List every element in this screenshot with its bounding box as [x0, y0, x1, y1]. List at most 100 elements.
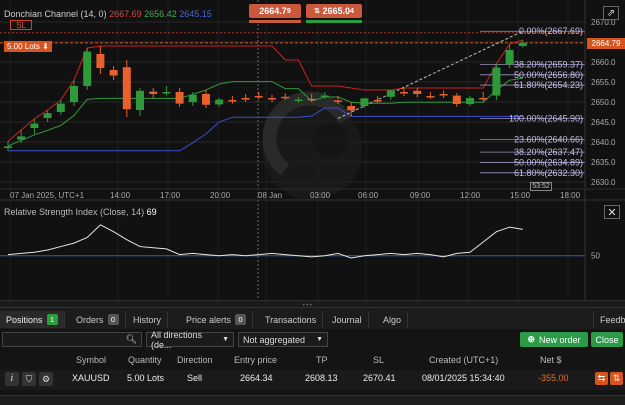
- candle-body: [334, 100, 342, 102]
- col-sl[interactable]: SL: [373, 355, 384, 365]
- shield-icon[interactable]: ⛉: [22, 372, 36, 386]
- time-tick-label: 03:00: [310, 191, 331, 200]
- lot-text: 5.00 Lots: [7, 42, 40, 51]
- price-tick-label: 2645.0: [591, 118, 616, 127]
- col-symbol[interactable]: Symbol: [76, 355, 106, 365]
- candle-body: [43, 113, 52, 118]
- tab-label: Journal: [332, 314, 362, 325]
- buy-price: 2665.0: [322, 6, 350, 16]
- position-lot-label[interactable]: 5.00 Lots ⬇: [4, 41, 52, 52]
- time-tick-label: 15:00: [510, 191, 531, 200]
- fib-level-label: 50.00%(2656.80): [514, 70, 583, 80]
- close-position-icon[interactable]: ⇅: [610, 372, 623, 385]
- tab-label: Price alerts: [186, 314, 232, 325]
- directions-value: All directions (de...: [151, 329, 203, 350]
- tab-orders[interactable]: Orders 0: [70, 311, 126, 328]
- time-tick-label: 20:00: [210, 191, 231, 200]
- sell-bar: [249, 20, 301, 23]
- directions-select[interactable]: All directions (de... ▼: [146, 329, 234, 350]
- tab-algo[interactable]: Algo: [377, 311, 409, 328]
- price-tick-label: 2655.0: [591, 78, 616, 87]
- feedback-button[interactable]: Feedb: [593, 311, 625, 328]
- tab-journal[interactable]: Journal: [326, 311, 369, 328]
- tab-history[interactable]: History: [127, 311, 169, 328]
- chevron-down-icon: ▼: [316, 336, 323, 343]
- price-tick-label: 2660.0: [591, 58, 616, 67]
- positions-count-badge: 1: [46, 314, 58, 325]
- time-tick-label: 14:00: [110, 191, 131, 200]
- search-icon: 🔍︎: [125, 334, 137, 344]
- candle-body: [479, 98, 488, 100]
- col-created[interactable]: Created (UTC+1): [429, 355, 498, 365]
- sell-price: 2664.7: [259, 6, 287, 16]
- detach-chart-icon[interactable]: ⇗: [603, 6, 619, 20]
- price-tick-label: 2640.0: [591, 138, 616, 147]
- buy-price-button[interactable]: ⇅ 2665.0 4: [306, 4, 362, 18]
- table-row[interactable]: i ⛉ ⚙ XAUUSD 5.00 Lots Sell 2664.34 2608…: [0, 370, 625, 390]
- plus-icon: ⊕: [527, 334, 536, 344]
- tab-label: History: [133, 314, 162, 325]
- sell-price-button[interactable]: 2664.7 9: [249, 4, 301, 18]
- time-tick-label: 12:00: [460, 191, 481, 200]
- col-direction[interactable]: Direction: [177, 355, 213, 365]
- price-tick-label: 2635.0: [591, 158, 616, 167]
- reverse-position-icon[interactable]: ⇆: [595, 372, 608, 385]
- aggregation-select[interactable]: Not aggregated ▼: [238, 332, 328, 347]
- candle-body: [149, 91, 158, 94]
- price-chart[interactable]: 0.00%(2667.69) 38.20%(2659.37)50.00%(2656…: [0, 0, 625, 305]
- candle-body: [215, 99, 224, 105]
- close-all-button[interactable]: Close: [591, 332, 623, 347]
- candle-body: [202, 94, 210, 105]
- col-entry-price[interactable]: Entry price: [234, 355, 277, 365]
- arrow-down-icon: ⬇: [42, 42, 49, 51]
- candle-body: [307, 98, 316, 101]
- candle-body: [228, 100, 237, 102]
- dc-upper-value: 2667.69: [109, 9, 142, 19]
- candle-body: [347, 106, 356, 111]
- candle-body: [56, 103, 65, 112]
- cell-entry-price: 2664.34: [240, 373, 273, 383]
- tab-transactions[interactable]: Transactions: [259, 311, 324, 328]
- feedback-label: Feedb: [600, 314, 625, 325]
- candle-body: [175, 92, 184, 104]
- col-net[interactable]: Net $: [540, 355, 562, 365]
- col-tp[interactable]: TP: [316, 355, 328, 365]
- new-order-label: New order: [539, 334, 581, 345]
- new-order-button[interactable]: ⊕ New order: [520, 332, 588, 347]
- search-input[interactable]: 🔍︎: [2, 332, 142, 347]
- cell-net: -355.00: [538, 373, 569, 383]
- price-tick-label: 2630.0: [591, 178, 616, 187]
- candle-body: [188, 94, 197, 102]
- swap-icon: ⇅: [314, 8, 320, 15]
- status-footer: [0, 395, 625, 405]
- close-indicator-icon[interactable]: ✕: [604, 205, 620, 219]
- cell-tp: 2608.13: [305, 373, 338, 383]
- candle-body: [400, 92, 408, 94]
- cell-direction: Sell: [187, 373, 203, 383]
- candle-body: [413, 90, 422, 94]
- candle-body: [83, 51, 92, 86]
- candle-body: [452, 95, 461, 104]
- orders-count-badge: 0: [107, 314, 119, 325]
- panel-splitter[interactable]: •••: [0, 300, 625, 309]
- time-tick-label: 17:00: [160, 191, 181, 200]
- candle-body: [281, 96, 290, 99]
- time-tick-label: 07 Jan 2025, UTC+1: [10, 191, 85, 200]
- info-icon[interactable]: i: [5, 372, 19, 386]
- tab-positions[interactable]: Positions 1: [0, 311, 65, 328]
- positions-toolbar: 🔍︎ All directions (de... ▼ Not aggregated…: [0, 330, 625, 350]
- candle-body: [241, 98, 250, 100]
- tab-price-alerts[interactable]: Price alerts 0: [180, 311, 254, 328]
- candle-body: [360, 98, 369, 106]
- gear-icon[interactable]: ⚙: [39, 372, 53, 386]
- col-quantity[interactable]: Quantity: [128, 355, 162, 365]
- sl-badge[interactable]: SL: [10, 20, 32, 30]
- candle-body: [70, 86, 78, 102]
- fib-level-label: 0.00%(2667.69): [519, 26, 583, 36]
- candle-body: [122, 67, 131, 110]
- candle-body: [17, 136, 26, 140]
- candle-countdown: 53:52: [530, 182, 552, 191]
- rsi-current: 69: [146, 207, 157, 217]
- positions-table-header: Symbol Quantity Direction Entry price TP…: [0, 352, 625, 368]
- sell-price-pip: 9: [286, 7, 291, 15]
